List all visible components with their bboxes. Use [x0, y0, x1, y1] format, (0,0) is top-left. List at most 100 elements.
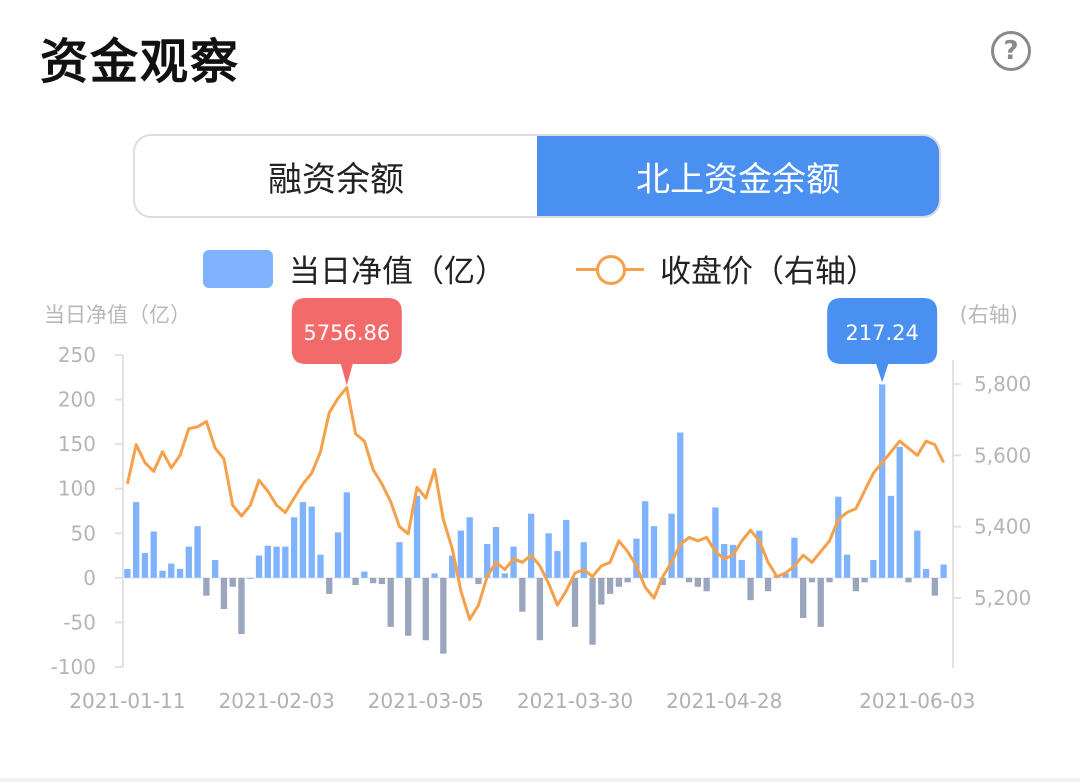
bar[interactable]: [466, 517, 473, 578]
bar[interactable]: [826, 577, 833, 583]
bar[interactable]: [124, 568, 131, 578]
legend-item-line[interactable]: 收盘价（右轴）: [576, 246, 877, 291]
x-tick-label: 2021-03-05: [368, 689, 484, 713]
bar[interactable]: [791, 537, 798, 578]
bar[interactable]: [879, 384, 886, 578]
bar[interactable]: [396, 542, 403, 578]
bar[interactable]: [861, 577, 868, 583]
bar[interactable]: [369, 577, 377, 584]
bar[interactable]: [685, 577, 693, 583]
bar[interactable]: [738, 560, 745, 578]
bar[interactable]: [677, 432, 684, 578]
tab-northbound-balance[interactable]: 北上资金余额: [537, 136, 939, 216]
bar[interactable]: [185, 546, 192, 578]
bar[interactable]: [176, 568, 184, 578]
bar[interactable]: [211, 560, 219, 578]
bar[interactable]: [492, 527, 500, 578]
legend-line-label: 收盘价（右轴）: [660, 254, 877, 290]
bar[interactable]: [852, 577, 860, 592]
legend-item-bar[interactable]: 当日净值（亿）: [203, 246, 506, 291]
bar[interactable]: [721, 543, 728, 578]
bar[interactable]: [764, 577, 772, 592]
bar[interactable]: [440, 577, 447, 654]
bar[interactable]: [141, 552, 149, 578]
bar[interactable]: [598, 577, 605, 605]
question-circle-icon[interactable]: ?: [991, 31, 1031, 71]
bar[interactable]: [159, 570, 166, 578]
bar[interactable]: [264, 545, 271, 578]
bar[interactable]: [870, 560, 877, 578]
bar[interactable]: [835, 496, 842, 578]
left-tick-label: 50: [71, 521, 96, 545]
bar[interactable]: [931, 577, 938, 596]
bar[interactable]: [361, 571, 368, 578]
bar[interactable]: [168, 563, 175, 578]
bar[interactable]: [940, 564, 947, 578]
tab-margin-balance[interactable]: 融资余额: [135, 136, 537, 216]
bar[interactable]: [642, 501, 649, 578]
bar[interactable]: [194, 526, 201, 578]
bar[interactable]: [650, 526, 658, 578]
bar[interactable]: [308, 506, 315, 578]
bar[interactable]: [905, 577, 912, 583]
bar[interactable]: [203, 577, 210, 596]
bar[interactable]: [317, 554, 324, 578]
bar[interactable]: [229, 577, 236, 587]
bar[interactable]: [817, 577, 824, 627]
bar[interactable]: [519, 577, 526, 612]
bar[interactable]: [545, 533, 552, 578]
bar[interactable]: [536, 577, 544, 641]
right-axis-title: (右轴): [960, 303, 1018, 327]
bar[interactable]: [273, 546, 280, 578]
left-tick-label: 150: [58, 432, 96, 456]
bar[interactable]: [606, 577, 614, 594]
bar[interactable]: [378, 577, 386, 585]
bar[interactable]: [133, 502, 140, 578]
bar[interactable]: [554, 551, 561, 578]
bar[interactable]: [238, 577, 245, 635]
bar[interactable]: [405, 577, 412, 636]
bar[interactable]: [220, 577, 228, 610]
bar[interactable]: [922, 568, 930, 578]
x-tick-label: 2021-04-28: [666, 689, 782, 713]
x-tick-label: 2021-06-03: [859, 689, 975, 713]
bar[interactable]: [703, 577, 710, 592]
bar[interactable]: [571, 577, 579, 627]
bar[interactable]: [589, 577, 596, 645]
bar[interactable]: [800, 577, 807, 618]
bar[interactable]: [887, 495, 895, 578]
x-tick-label: 2021-03-30: [517, 689, 633, 713]
bar[interactable]: [808, 577, 816, 583]
bar[interactable]: [457, 530, 465, 578]
bar[interactable]: [914, 530, 921, 578]
bar[interactable]: [255, 555, 263, 578]
bar[interactable]: [343, 492, 350, 578]
bar[interactable]: [712, 507, 719, 578]
bar[interactable]: [290, 517, 298, 578]
bar[interactable]: [501, 573, 508, 578]
bar[interactable]: [615, 577, 623, 587]
x-tick-label: 2021-02-03: [218, 689, 334, 713]
callout-red: 5756.86: [291, 298, 402, 386]
bar[interactable]: [150, 531, 157, 578]
bar[interactable]: [299, 502, 307, 578]
bar[interactable]: [352, 577, 359, 585]
bar[interactable]: [843, 554, 851, 578]
bar[interactable]: [896, 446, 903, 578]
bar[interactable]: [747, 577, 754, 601]
bar[interactable]: [527, 513, 535, 578]
bar[interactable]: [624, 577, 631, 583]
legend-line-swatch: [576, 250, 644, 288]
bar[interactable]: [475, 577, 482, 585]
bar[interactable]: [422, 577, 429, 641]
bar[interactable]: [387, 577, 394, 627]
bar[interactable]: [694, 577, 702, 587]
bar[interactable]: [334, 532, 342, 578]
bar[interactable]: [413, 495, 421, 578]
bar[interactable]: [431, 573, 438, 578]
bar[interactable]: [282, 546, 289, 578]
bar[interactable]: [563, 519, 570, 578]
bar[interactable]: [247, 577, 254, 579]
segment-control: 融资余额 北上资金余额: [133, 134, 941, 218]
bar[interactable]: [326, 577, 333, 594]
